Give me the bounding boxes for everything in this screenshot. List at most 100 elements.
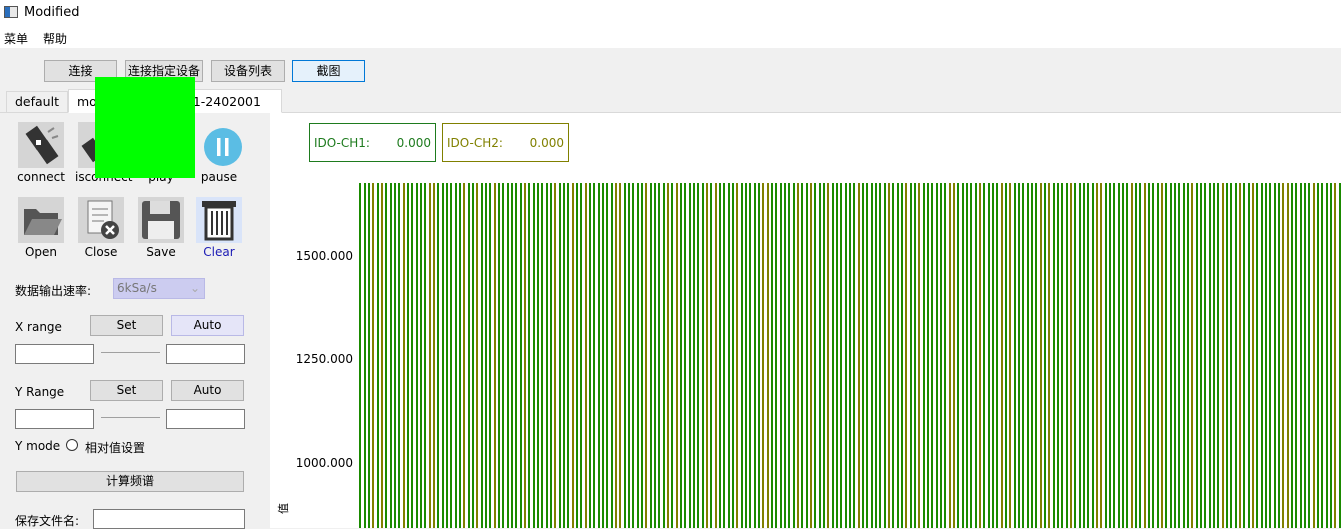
- signal-trace: [559, 183, 561, 528]
- device-list-button[interactable]: 设备列表: [211, 60, 285, 82]
- signal-trace: [520, 183, 522, 528]
- signal-trace: [1014, 183, 1016, 528]
- tab-default[interactable]: default: [6, 91, 68, 113]
- y-max-input[interactable]: [166, 409, 245, 429]
- signal-trace: [788, 183, 790, 528]
- close-label: Close: [84, 245, 118, 259]
- signal-trace: [689, 183, 691, 528]
- signal-trace: [918, 183, 920, 528]
- relative-mode-radio[interactable]: [66, 439, 78, 451]
- signal-trace: [910, 183, 912, 528]
- signal-trace: [1321, 183, 1323, 528]
- compute-spectrum-button[interactable]: 计算频谱: [16, 471, 244, 492]
- save-filename-label: 保存文件名:: [15, 514, 80, 528]
- x-range-separator: [101, 352, 160, 353]
- signal-trace: [463, 183, 465, 528]
- signal-trace: [1252, 183, 1254, 528]
- signal-trace: [849, 183, 851, 528]
- signal-trace: [923, 183, 925, 528]
- pause-icon-button[interactable]: pause: [193, 122, 245, 184]
- signal-trace: [858, 183, 860, 528]
- menu-bar: 菜单 帮助: [0, 26, 1341, 48]
- signal-trace: [1022, 183, 1024, 528]
- signal-trace: [398, 183, 400, 528]
- signal-trace: [429, 183, 431, 528]
- signal-trace: [1317, 183, 1319, 528]
- signal-trace: [823, 183, 825, 528]
- signal-trace: [988, 183, 990, 528]
- signal-trace: [697, 183, 699, 528]
- signal-trace: [563, 183, 565, 528]
- signal-trace: [611, 183, 613, 528]
- signal-trace: [1152, 183, 1154, 528]
- x-range-set-button[interactable]: Set: [90, 315, 163, 336]
- signal-trace: [1161, 183, 1163, 528]
- close-icon-button[interactable]: Close: [75, 197, 127, 259]
- signal-trace: [606, 183, 608, 528]
- signal-trace: [641, 183, 643, 528]
- signal-trace: [871, 183, 873, 528]
- signal-trace: [485, 183, 487, 528]
- y-range-set-button[interactable]: Set: [90, 380, 163, 401]
- signal-trace: [1222, 183, 1224, 528]
- signal-trace: [450, 183, 452, 528]
- x-range-auto-button[interactable]: Auto: [171, 315, 244, 336]
- signal-trace: [840, 183, 842, 528]
- screenshot-button[interactable]: 截图: [292, 60, 365, 82]
- signal-trace: [1126, 183, 1128, 528]
- chevron-down-icon: ⌄: [189, 281, 200, 295]
- signal-trace: [537, 183, 539, 528]
- tab-device-label: mo: [77, 94, 97, 109]
- signal-trace: [949, 183, 951, 528]
- signal-trace: [1183, 183, 1185, 528]
- menu-item-help[interactable]: 帮助: [43, 30, 67, 47]
- signal-trace: [502, 183, 504, 528]
- signal-trace: [1005, 183, 1007, 528]
- signal-trace: [966, 183, 968, 528]
- signal-trace: [801, 183, 803, 528]
- x-range-label: X range: [15, 320, 62, 334]
- signal-trace: [749, 183, 751, 528]
- signal-trace: [437, 183, 439, 528]
- signal-trace: [1235, 183, 1237, 528]
- signal-trace: [983, 183, 985, 528]
- signal-trace: [953, 183, 955, 528]
- save-icon-button[interactable]: Save: [135, 197, 187, 259]
- connect-icon-button[interactable]: connect: [15, 122, 67, 184]
- y-tick-label: 1500.000: [295, 249, 353, 263]
- save-filename-input[interactable]: [93, 509, 245, 529]
- signal-trace: [1083, 183, 1085, 528]
- open-icon-button[interactable]: Open: [15, 197, 67, 259]
- clear-icon-button[interactable]: Clear: [193, 197, 245, 259]
- menu-item-main[interactable]: 菜单: [4, 30, 28, 47]
- signal-trace: [1053, 183, 1055, 528]
- x-min-input[interactable]: [15, 344, 94, 364]
- signal-trace: [1118, 183, 1120, 528]
- signal-trace: [875, 183, 877, 528]
- signal-trace: [364, 183, 366, 528]
- signal-trace: [931, 183, 933, 528]
- title-bar: Modified: [0, 0, 1341, 26]
- signal-trace: [1287, 183, 1289, 528]
- signal-trace: [853, 183, 855, 528]
- output-rate-select[interactable]: 6kSa/s ⌄: [113, 278, 205, 299]
- signal-trace: [359, 183, 361, 528]
- x-max-input[interactable]: [166, 344, 245, 364]
- connect-plug-icon: [18, 122, 64, 168]
- signal-trace: [1144, 183, 1146, 528]
- signal-trace: [411, 183, 413, 528]
- signal-trace: [645, 183, 647, 528]
- signal-trace: [403, 183, 405, 528]
- signal-trace: [515, 183, 517, 528]
- y-range-auto-button[interactable]: Auto: [171, 380, 244, 401]
- signal-trace: [1265, 183, 1267, 528]
- y-min-input[interactable]: [15, 409, 94, 429]
- signal-trace: [377, 183, 379, 528]
- signal-trace: [372, 183, 374, 528]
- signal-trace: [394, 183, 396, 528]
- signal-trace: [1066, 183, 1068, 528]
- signal-trace: [385, 183, 387, 528]
- signal-trace: [1096, 183, 1098, 528]
- signal-trace: [624, 183, 626, 528]
- signal-trace: [1100, 183, 1102, 528]
